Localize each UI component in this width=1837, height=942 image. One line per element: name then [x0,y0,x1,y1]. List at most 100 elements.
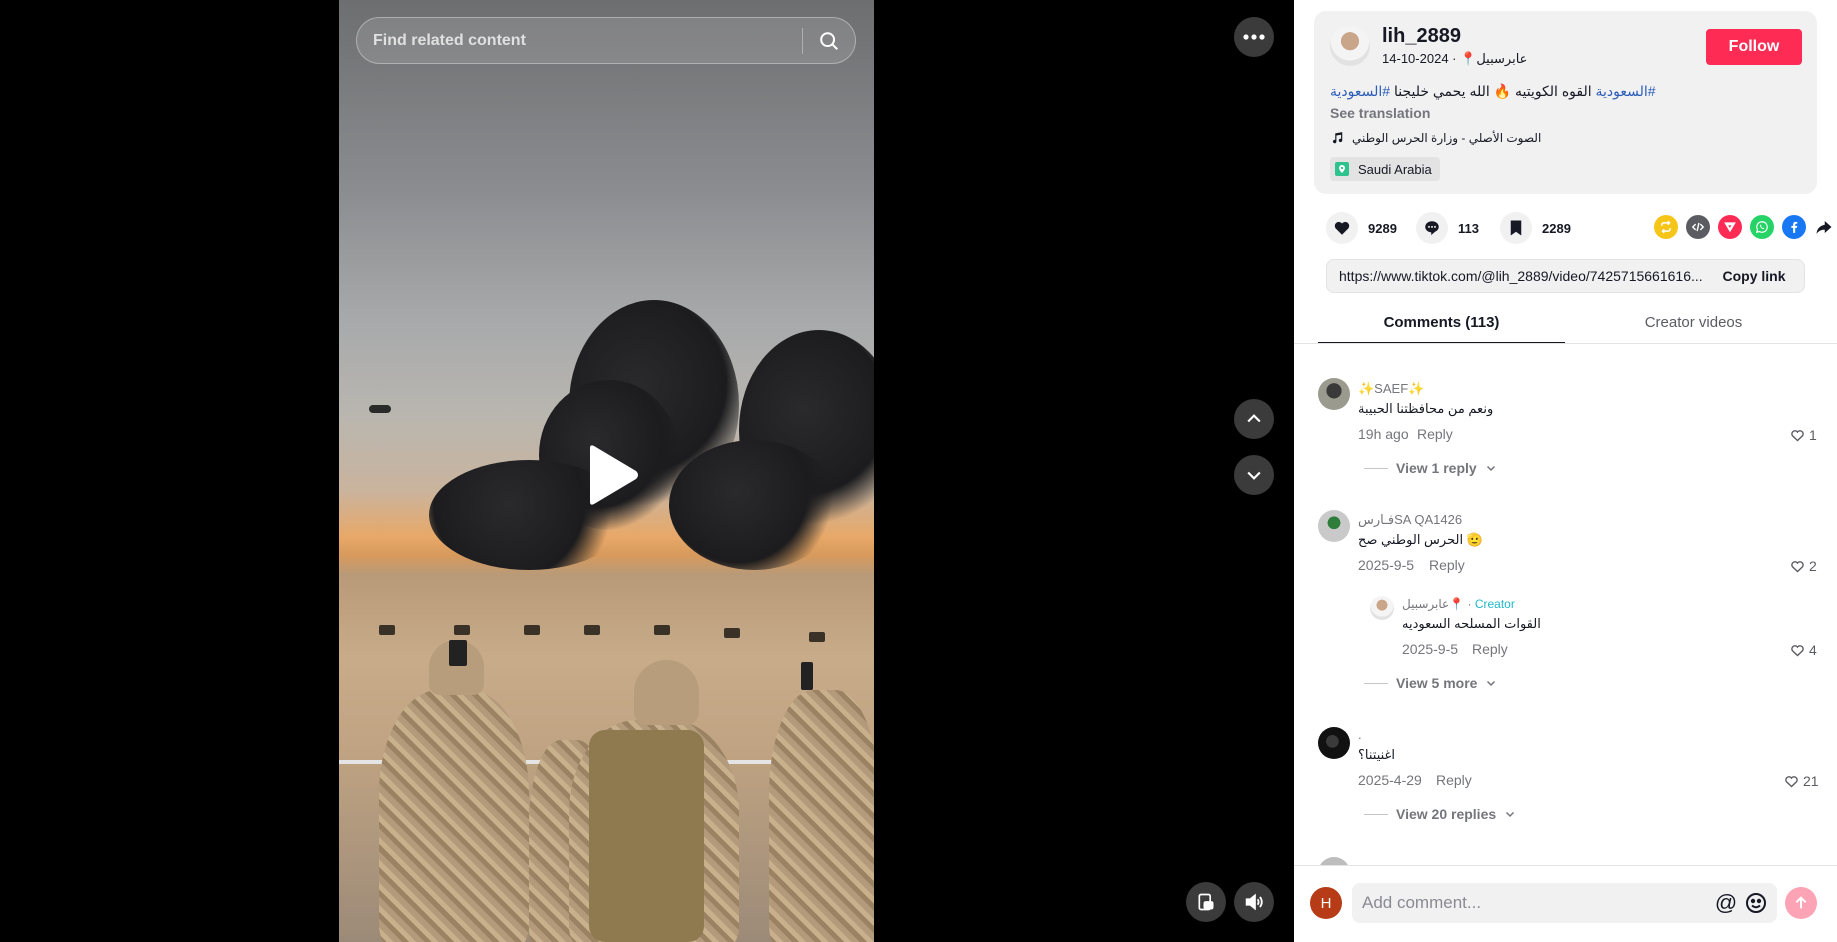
current-user-avatar[interactable]: H [1310,887,1342,919]
whatsapp-icon [1755,221,1768,234]
side-panel: lih_2889 عابرسبيل📍 · 2024-10-14 Follow #… [1294,0,1837,942]
comment-like-button[interactable]: 2 [1790,558,1817,574]
video-info-card: lih_2889 عابرسبيل📍 · 2024-10-14 Follow #… [1314,11,1817,194]
comment-time: 19h ago [1358,426,1409,442]
vehicle [809,632,825,642]
chevron-down-icon [1506,811,1515,818]
post-comment-button[interactable] [1785,887,1817,919]
follow-button[interactable]: Follow [1706,29,1802,65]
play-icon [590,445,638,505]
reply-avatar[interactable] [1370,596,1394,620]
commenter-avatar[interactable] [1318,378,1350,410]
more-share-button[interactable] [1812,215,1836,239]
play-button[interactable] [576,440,646,510]
video-link-box: https://www.tiktok.com/@lih_2889/video/7… [1326,259,1805,293]
comment-button[interactable]: 113 [1416,210,1479,246]
backpack [589,730,704,942]
soldier-head [634,660,699,725]
comment-composer: H @ [1294,865,1837,942]
location-chip[interactable]: Saudi Arabia [1330,157,1440,181]
save-button[interactable]: 2289 [1500,210,1571,246]
like-count: 9289 [1368,220,1397,236]
separator-dot: · [1467,597,1472,611]
view-more-replies-button[interactable]: View 5 more [1364,675,1497,691]
author-avatar[interactable] [1330,26,1370,66]
tab-comments[interactable]: Comments (113) [1318,310,1565,344]
see-translation-link[interactable]: See translation [1330,105,1430,121]
hashtag-link[interactable]: #السعودية [1330,83,1390,99]
share-whatsapp-button[interactable] [1750,215,1774,239]
reply-time: 2025-9-5 [1402,641,1459,657]
soldier [769,690,874,942]
comment-bubble-icon [1416,212,1448,244]
comment-text: الحرس الوطني صح 🫡 [1358,532,1483,547]
engagement-row: 9289 113 2289 [1326,210,1832,246]
comment-like-button[interactable]: 1 [1790,427,1817,443]
more-options-button[interactable] [1234,17,1274,57]
separator-dot: · [1452,51,1457,66]
mention-button[interactable]: @ [1714,891,1738,915]
soldier [379,690,529,942]
reply-button[interactable]: Reply [1472,641,1508,657]
chevron-down-icon [1247,471,1261,480]
copy-link-button[interactable]: Copy link [1704,268,1804,284]
commenter-avatar[interactable] [1318,727,1350,759]
view-replies-label: View 20 replies [1396,806,1497,822]
tab-creator-videos[interactable]: Creator videos [1570,310,1817,344]
commenter-name[interactable]: فـارسSA QA1426 [1358,512,1462,528]
commenter-name[interactable]: ✨SAEF✨ [1358,381,1424,397]
comment-like-button[interactable]: 21 [1784,773,1819,789]
comment-like-button[interactable]: 4 [1790,642,1817,658]
send-icon [1724,222,1736,233]
search-input[interactable] [357,18,802,63]
video-url[interactable]: https://www.tiktok.com/@lih_2889/video/7… [1327,268,1704,284]
commenter-avatar[interactable] [1318,857,1350,865]
volume-button[interactable] [1234,882,1274,922]
music-link[interactable]: الصوت الأصلي - وزارة الحرس الوطني [1330,131,1541,145]
emoji-button[interactable] [1744,891,1768,915]
video-caption: #السعودية القوه الكويتيه 🔥 الله يحمي خلي… [1330,83,1656,100]
view-replies-button[interactable]: View 20 replies [1364,806,1516,822]
divider-dash [1364,467,1388,469]
hashtag-link[interactable]: #السعودية [1596,83,1656,99]
chevron-down-icon [1487,680,1496,687]
chevron-down-icon [1486,465,1495,472]
view-replies-button[interactable]: View 1 reply [1364,460,1497,476]
creator-badge: Creator [1474,597,1515,611]
commenter-avatar[interactable] [1318,510,1350,542]
reply-author-name[interactable]: عابرسبيل📍 [1402,597,1464,611]
save-count: 2289 [1542,220,1571,236]
floating-player-button[interactable] [1186,882,1226,922]
previous-video-button[interactable] [1234,399,1274,439]
send-to-friends-button[interactable] [1718,215,1742,239]
location-pin-icon [1335,162,1349,176]
facebook-icon [1791,221,1798,233]
tiktok-video-page: lih_2889 عابرسبيل📍 · 2024-10-14 Follow #… [0,0,1837,942]
tabs-divider [1294,343,1837,344]
share-facebook-button[interactable] [1782,215,1806,239]
author-username[interactable]: lih_2889 [1382,25,1461,48]
reply-button[interactable]: Reply [1417,426,1453,442]
comment-count: 113 [1458,220,1479,236]
comment-like-count: 2 [1809,558,1817,574]
vehicle [654,625,670,635]
repost-button[interactable] [1654,215,1678,239]
chevron-up-icon [1247,414,1261,423]
author-subline: عابرسبيل📍 · 2024-10-14 [1382,51,1527,67]
vehicle [724,628,740,638]
mini-player-icon [1198,893,1214,911]
search-button[interactable] [803,18,855,63]
embed-button[interactable] [1686,215,1710,239]
commenter-name[interactable]: . [1358,727,1362,742]
comment-text: اغنيتنا؟ [1358,747,1395,762]
reply-author: عابرسبيل📍 · Creator [1402,597,1515,611]
reply-button[interactable]: Reply [1429,557,1465,573]
vehicle [454,625,470,635]
divider-dash [1364,682,1388,684]
comment-input[interactable] [1352,883,1712,923]
like-button[interactable]: 9289 [1326,210,1397,246]
comment-time: 2025-4-29 [1358,772,1422,788]
repost-icon [1661,220,1671,234]
reply-button[interactable]: Reply [1436,772,1472,788]
next-video-button[interactable] [1234,455,1274,495]
